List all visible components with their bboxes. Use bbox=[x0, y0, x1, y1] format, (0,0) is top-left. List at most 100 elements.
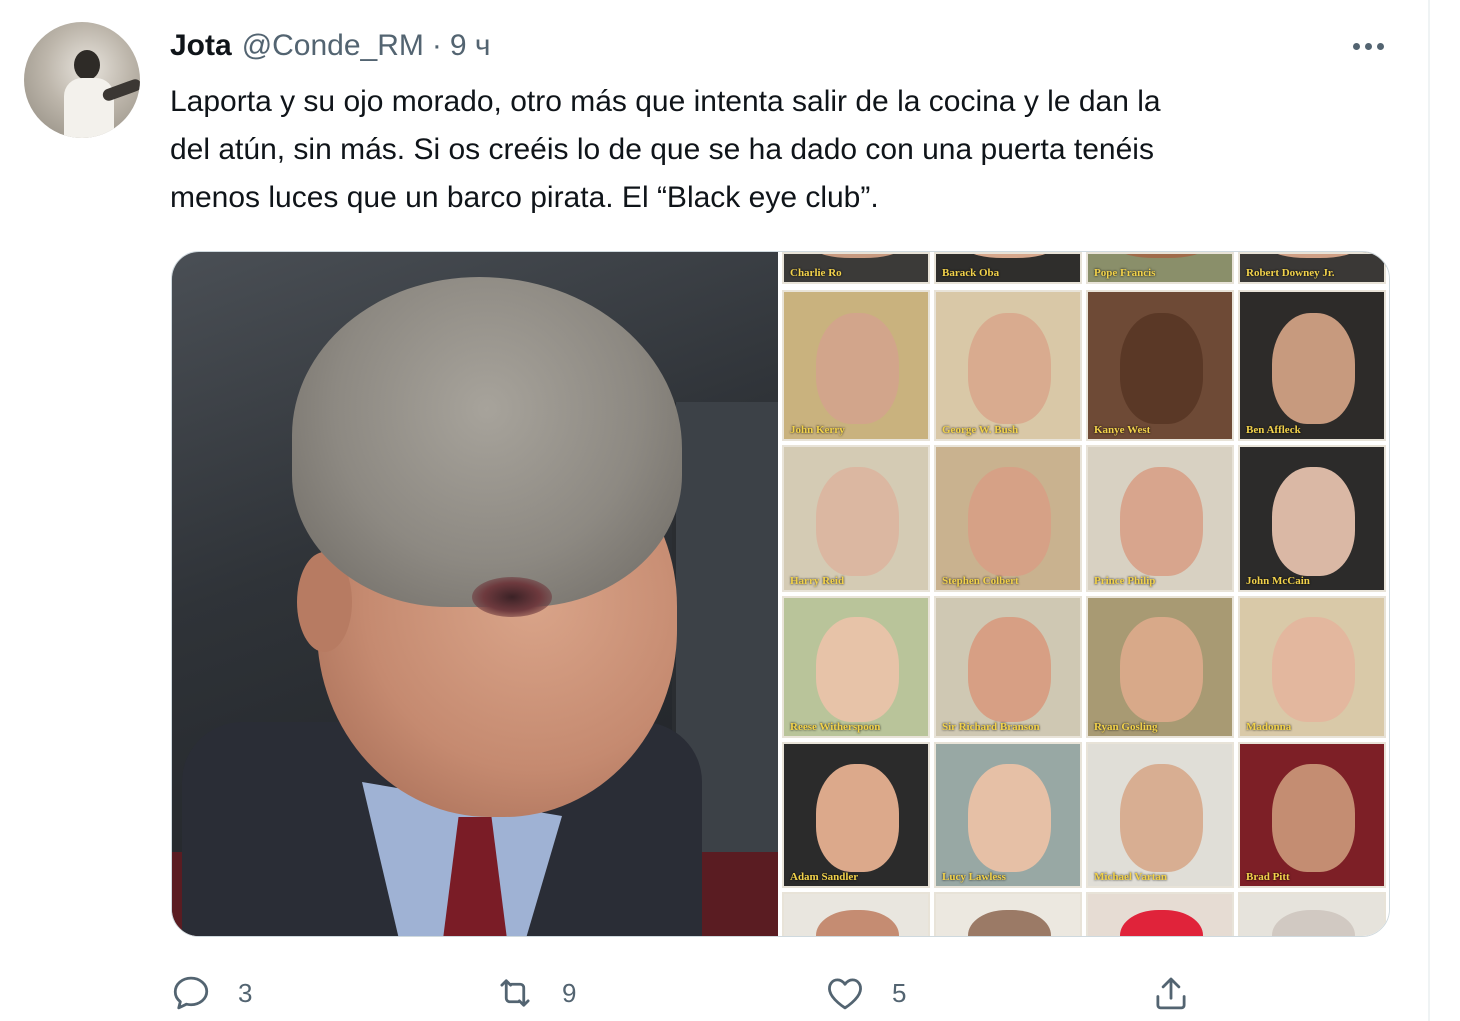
collage-cell: Lucy Lawless bbox=[934, 742, 1082, 888]
collage-face bbox=[967, 312, 1052, 425]
share-icon bbox=[1156, 977, 1186, 1010]
tweet-timestamp[interactable]: 9 ч bbox=[450, 29, 491, 63]
more-dot-icon bbox=[1376, 42, 1384, 50]
photo-collage[interactable]: Charlie Ro Barack Oba Pope Francis Robert D… bbox=[780, 252, 1389, 936]
collage-caption: Madonna bbox=[1246, 721, 1292, 733]
collage-cell: Reese Witherspoon bbox=[782, 596, 930, 738]
collage-face bbox=[815, 910, 900, 936]
collage-caption: John McCain bbox=[1246, 575, 1310, 587]
collage-cell bbox=[1086, 892, 1234, 936]
collage-cell: John Kerry bbox=[782, 290, 930, 441]
collage-cell: Robert Downey Jr. bbox=[1238, 252, 1386, 284]
collage-face bbox=[1271, 254, 1356, 259]
like-button[interactable]: 5 bbox=[824, 968, 906, 1018]
collage-cell: Sir Richard Branson bbox=[934, 596, 1082, 738]
collage-caption: Lucy Lawless bbox=[942, 871, 1006, 883]
more-dot-icon bbox=[1352, 42, 1360, 50]
collage-face bbox=[815, 467, 900, 576]
collage-face bbox=[1119, 312, 1204, 425]
collage-face bbox=[1119, 617, 1204, 723]
collage-face bbox=[967, 467, 1052, 576]
collage-cell: Stephen Colbert bbox=[934, 445, 1082, 592]
collage-caption: John Kerry bbox=[790, 424, 845, 436]
collage-face bbox=[1119, 467, 1204, 576]
collage-cell: Kanye West bbox=[1086, 290, 1234, 441]
heart-icon bbox=[828, 978, 862, 1010]
collage-caption: Brad Pitt bbox=[1246, 871, 1290, 883]
collage-cell: Barack Oba bbox=[934, 252, 1082, 284]
collage-face bbox=[1119, 254, 1204, 259]
collage-face bbox=[1271, 763, 1356, 872]
avatar-figure-body bbox=[64, 78, 114, 138]
collage-caption: Adam Sandler bbox=[790, 871, 859, 883]
collage-caption: Pope Francis bbox=[1094, 267, 1156, 279]
reply-icon bbox=[173, 976, 209, 1010]
collage-caption: Stephen Colbert bbox=[942, 575, 1019, 587]
tweet-text-line: del atún, sin más. Si os creéis lo de qu… bbox=[170, 133, 1154, 166]
collage-row: Adam Sandler Lucy Lawless Michael Vartan Br… bbox=[780, 742, 1389, 888]
collage-cell: Brad Pitt bbox=[1238, 742, 1386, 888]
collage-face bbox=[1271, 312, 1356, 425]
collage-caption: George W. Bush bbox=[942, 424, 1019, 436]
black-eye bbox=[472, 577, 552, 617]
tweet-text: Laporta y su ojo morado, otro más que in… bbox=[170, 78, 1385, 222]
collage-cell bbox=[782, 892, 930, 936]
collage-face bbox=[815, 312, 900, 425]
collage-cell: Madonna bbox=[1238, 596, 1386, 738]
collage-face bbox=[815, 617, 900, 723]
collage-row: John Kerry George W. Bush Kanye West Ben Af… bbox=[780, 290, 1389, 441]
author-name[interactable]: Jota bbox=[170, 29, 232, 63]
collage-cell: Adam Sandler bbox=[782, 742, 930, 888]
timeline-border bbox=[1428, 0, 1430, 1021]
reply-count: 3 bbox=[238, 977, 253, 1008]
retweet-icon bbox=[500, 979, 530, 1007]
author-handle[interactable]: @Conde_RM bbox=[242, 29, 424, 63]
collage-caption: Prince Philip bbox=[1094, 575, 1156, 587]
collage-caption: Michael Vartan bbox=[1094, 871, 1168, 883]
reply-button[interactable]: 3 bbox=[170, 968, 252, 1018]
collage-caption: Harry Reid bbox=[790, 575, 845, 587]
collage-caption: Robert Downey Jr. bbox=[1246, 267, 1335, 279]
collage-cell: Prince Philip bbox=[1086, 445, 1234, 592]
tweet-media[interactable]: Charlie Ro Barack Oba Pope Francis Robert D… bbox=[171, 251, 1390, 937]
collage-cell: Michael Vartan bbox=[1086, 742, 1234, 888]
collage-face bbox=[967, 617, 1052, 723]
collage-caption: Charlie Ro bbox=[790, 267, 842, 279]
collage-cell: Ryan Gosling bbox=[1086, 596, 1234, 738]
collage-face bbox=[967, 254, 1052, 259]
tweet-actions: 3 9 5 bbox=[0, 968, 1460, 1018]
collage-row: Harry Reid Stephen Colbert Prince Philip Jo… bbox=[780, 445, 1389, 592]
collage-row bbox=[780, 892, 1389, 936]
tweet-text-line: menos luces que un barco pirata. El “Bla… bbox=[170, 181, 879, 214]
collage-face bbox=[815, 254, 900, 259]
hair bbox=[292, 277, 682, 607]
collage-face bbox=[815, 763, 900, 872]
more-options-button[interactable] bbox=[1340, 28, 1396, 64]
more-dot-icon bbox=[1364, 42, 1372, 50]
collage-face bbox=[967, 910, 1052, 936]
collage-cell: John McCain bbox=[1238, 445, 1386, 592]
collage-caption: Kanye West bbox=[1094, 424, 1151, 436]
collage-face bbox=[1119, 763, 1204, 872]
collage-caption: Ryan Gosling bbox=[1094, 721, 1158, 733]
avatar-figure-head bbox=[74, 50, 100, 80]
collage-cell: Ben Affleck bbox=[1238, 290, 1386, 441]
collage-cell: Pope Francis bbox=[1086, 252, 1234, 284]
collage-row: Reese Witherspoon Sir Richard Branson Ryan… bbox=[780, 596, 1389, 738]
avatar[interactable] bbox=[24, 22, 140, 138]
photo-laporta[interactable] bbox=[172, 252, 778, 936]
collage-face bbox=[1271, 910, 1356, 936]
collage-face bbox=[1271, 467, 1356, 576]
collage-cell bbox=[934, 892, 1082, 936]
collage-row: Charlie Ro Barack Oba Pope Francis Robert D… bbox=[780, 252, 1389, 284]
retweet-count: 9 bbox=[562, 977, 577, 1008]
collage-cell bbox=[1238, 892, 1386, 936]
header-separator: · bbox=[431, 29, 442, 62]
collage-face bbox=[1119, 910, 1204, 936]
share-button[interactable] bbox=[1150, 968, 1192, 1018]
collage-caption: Sir Richard Branson bbox=[942, 721, 1040, 733]
tweet-header: Jota @Conde_RM · 9 ч bbox=[170, 26, 491, 66]
like-count: 5 bbox=[892, 977, 907, 1008]
retweet-button[interactable]: 9 bbox=[494, 968, 576, 1018]
collage-cell: Charlie Ro bbox=[782, 252, 930, 284]
